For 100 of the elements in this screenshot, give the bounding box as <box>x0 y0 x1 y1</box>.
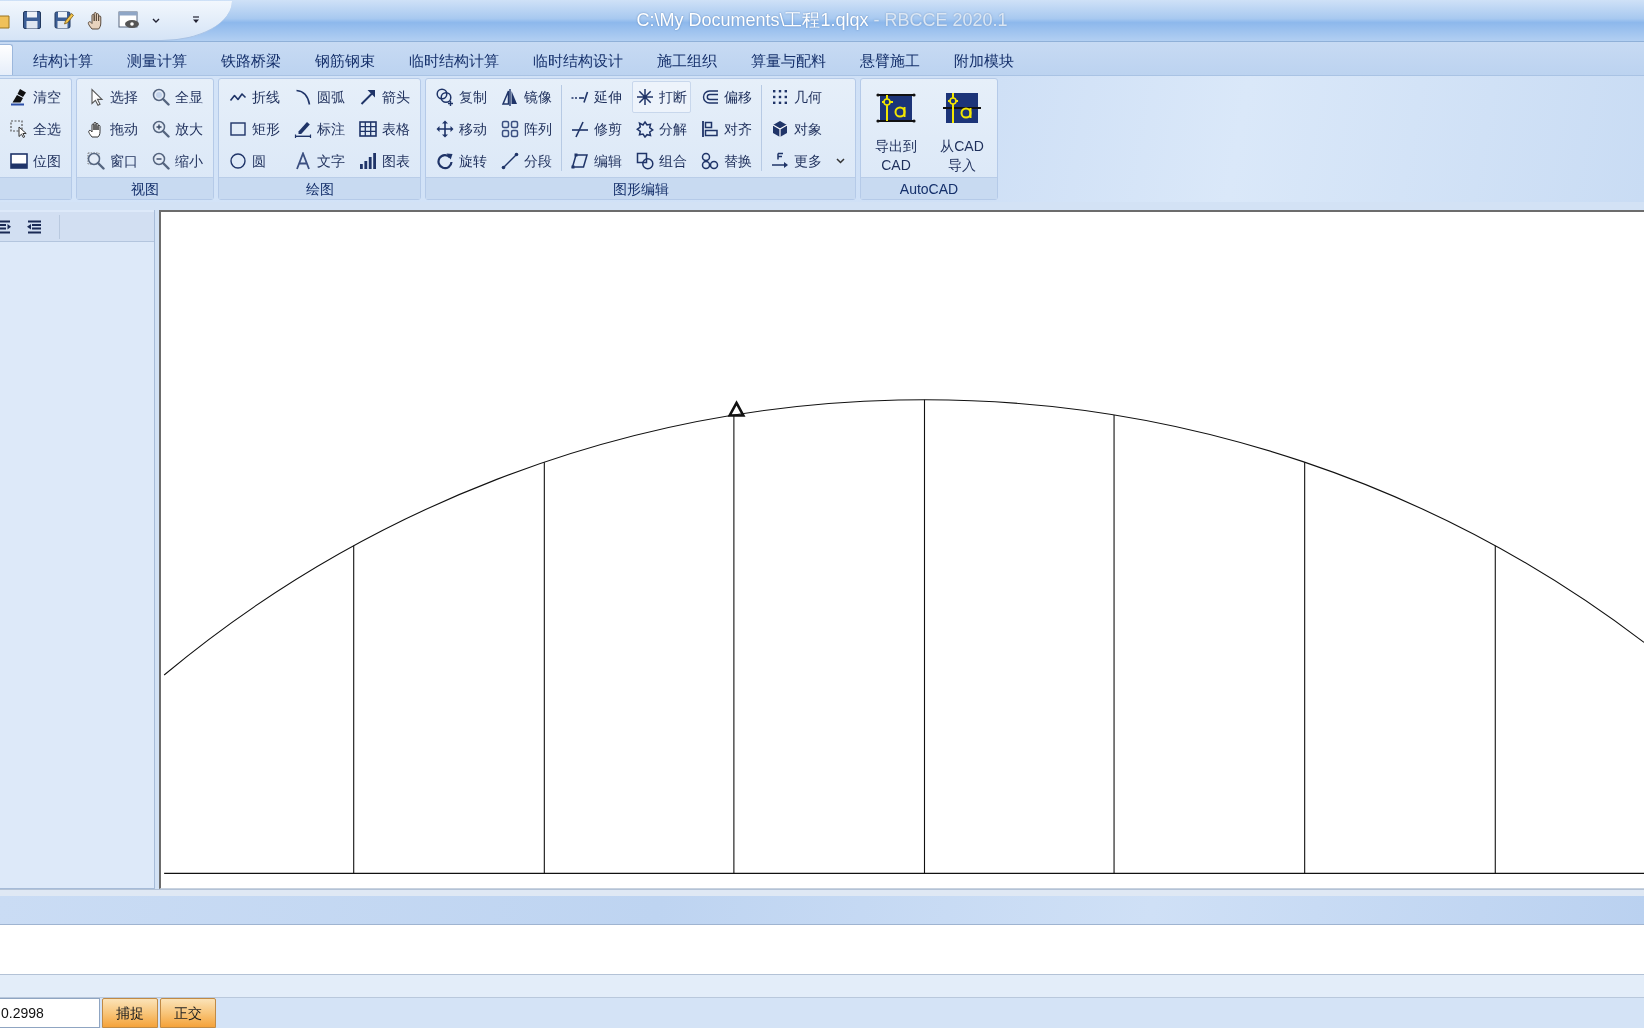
ribbon-button[interactable]: 移动 <box>432 113 491 145</box>
trim-lines-icon <box>571 120 589 138</box>
align-left-icon <box>701 120 719 138</box>
ribbon-tab[interactable]: 附加模块 <box>937 45 1031 75</box>
rectangle-icon <box>229 120 247 138</box>
ribbon-button[interactable]: 箭头 <box>355 81 414 113</box>
ribbon-button[interactable]: 窗口 <box>83 145 142 177</box>
ribbon-tab[interactable]: 施工组织 <box>640 45 734 75</box>
snap-marker-icon <box>727 400 746 417</box>
caret-icon[interactable] <box>192 16 200 24</box>
ribbon-tab[interactable]: 测量计算 <box>110 45 204 75</box>
window-title: C:\My Documents\工程1.qlqx <box>636 10 869 30</box>
ribbon-button[interactable]: 图表 <box>355 145 414 177</box>
ribbon-button[interactable]: 圆弧 <box>290 81 349 113</box>
zoom-out-icon <box>152 152 170 170</box>
circle-icon <box>229 152 247 170</box>
group-title: 视图 <box>77 177 213 199</box>
ribbon-button[interactable]: 矩形 <box>225 113 284 145</box>
ribbon-tab[interactable]: 算量与配料 <box>734 45 843 75</box>
ribbon-button[interactable]: 偏移 <box>697 81 756 113</box>
ribbon-large-button[interactable]: 从CAD 导入 <box>931 79 993 176</box>
ribbon-button[interactable]: 缩小 <box>148 145 207 177</box>
ribbon-button[interactable]: 选择 <box>83 81 142 113</box>
ribbon-button[interactable]: 全显 <box>148 81 207 113</box>
ribbon-tab[interactable]: 结构计算 <box>16 45 110 75</box>
arrow-icon <box>359 88 377 106</box>
ribbon-button[interactable]: 更多 <box>767 145 849 177</box>
ribbon-button[interactable]: 圆 <box>225 145 270 177</box>
ribbon-large-button[interactable]: 导出到 CAD <box>865 79 927 176</box>
grid-squares-icon <box>501 120 519 138</box>
caret-icon <box>836 158 845 164</box>
parallelogram-icon <box>571 152 589 170</box>
ribbon-button[interactable]: 阵列 <box>497 113 556 145</box>
ribbon-button[interactable]: 编辑 <box>567 145 626 177</box>
zoom-window-icon <box>87 152 105 170</box>
ribbon-button[interactable]: 对齐 <box>697 113 756 145</box>
ribbon-button[interactable]: 几何 <box>767 81 826 113</box>
ribbon-tab[interactable]: 钢筋钢束 <box>298 45 392 75</box>
monitor-icon <box>10 152 28 170</box>
select-all-icon <box>10 120 28 138</box>
zoom-in-icon <box>152 120 170 138</box>
outdent-icon[interactable] <box>26 219 41 234</box>
circles-plus-icon <box>436 88 454 106</box>
arc-icon <box>294 88 312 106</box>
three-circles-icon <box>701 152 719 170</box>
ribbon-button[interactable]: 打断 <box>632 81 691 113</box>
ribbon-button[interactable]: 折线 <box>225 81 284 113</box>
window-eye-icon[interactable] <box>118 10 140 30</box>
rotate-icon <box>436 152 454 170</box>
ribbon-button[interactable]: 镜像 <box>497 81 556 113</box>
coordinate-field: 0.2998 <box>0 998 100 1028</box>
ribbon-tab[interactable]: 临时结构设计 <box>516 45 640 75</box>
indent-icon[interactable] <box>0 219 12 234</box>
ribbon-button[interactable]: 位图 <box>6 145 65 177</box>
ribbon-button[interactable]: 修剪 <box>567 113 626 145</box>
asterisk-icon <box>636 88 654 106</box>
burst-outline-icon <box>636 120 654 138</box>
app-name: - RBCCE 2020.1 <box>873 10 1008 30</box>
letter-a-icon <box>294 152 312 170</box>
cube-icon <box>771 120 789 138</box>
cad-import-icon <box>942 91 982 125</box>
ribbon-button[interactable]: 分解 <box>632 113 691 145</box>
bar-chart-icon <box>359 152 377 170</box>
brush-icon <box>10 88 28 106</box>
mirror-icon <box>501 88 519 106</box>
ribbon-button[interactable]: 文字 <box>290 145 349 177</box>
ribbon-button[interactable]: 替换 <box>697 145 756 177</box>
ribbon-button[interactable]: 表格 <box>355 113 414 145</box>
square-circle-icon <box>636 152 654 170</box>
offset-curves-icon <box>701 88 719 106</box>
command-input-field[interactable] <box>0 925 1644 975</box>
segment-line-icon <box>501 152 519 170</box>
status-toggle-button[interactable]: 正交 <box>160 998 216 1028</box>
ribbon-button[interactable]: 清空 <box>6 81 65 113</box>
ribbon-button[interactable]: 放大 <box>148 113 207 145</box>
cad-export-icon <box>876 91 916 125</box>
ribbon-button[interactable]: 分段 <box>497 145 556 177</box>
group-title: 绘图 <box>219 177 420 199</box>
floppy-pencil-icon[interactable] <box>54 10 74 30</box>
ribbon-button[interactable]: 拖动 <box>83 113 142 145</box>
ribbon-tab[interactable]: 临时结构计算 <box>392 45 516 75</box>
group-title: 图形编辑 <box>426 177 855 199</box>
table-icon <box>359 120 377 138</box>
zoom-icon <box>152 88 170 106</box>
ribbon-button[interactable]: 复制 <box>432 81 491 113</box>
dot-grid-icon <box>771 88 789 106</box>
ribbon-button[interactable]: 全选 <box>6 113 65 145</box>
function-arrow-icon <box>771 152 789 170</box>
group-title: AutoCAD <box>861 177 997 199</box>
ribbon-button[interactable]: 标注 <box>290 113 349 145</box>
move-icon <box>436 120 454 138</box>
pen-icon <box>294 120 312 138</box>
ribbon-button[interactable]: 对象 <box>767 113 826 145</box>
status-toggle-button[interactable]: 捕捉 <box>102 998 158 1028</box>
caret-icon[interactable] <box>152 17 160 23</box>
ribbon-tab[interactable]: 铁路桥梁 <box>204 45 298 75</box>
ribbon-button[interactable]: 旋转 <box>432 145 491 177</box>
ribbon-button[interactable]: 延伸 <box>567 81 626 113</box>
ribbon-button[interactable]: 组合 <box>632 145 691 177</box>
ribbon-tab[interactable]: 悬臂施工 <box>843 45 937 75</box>
